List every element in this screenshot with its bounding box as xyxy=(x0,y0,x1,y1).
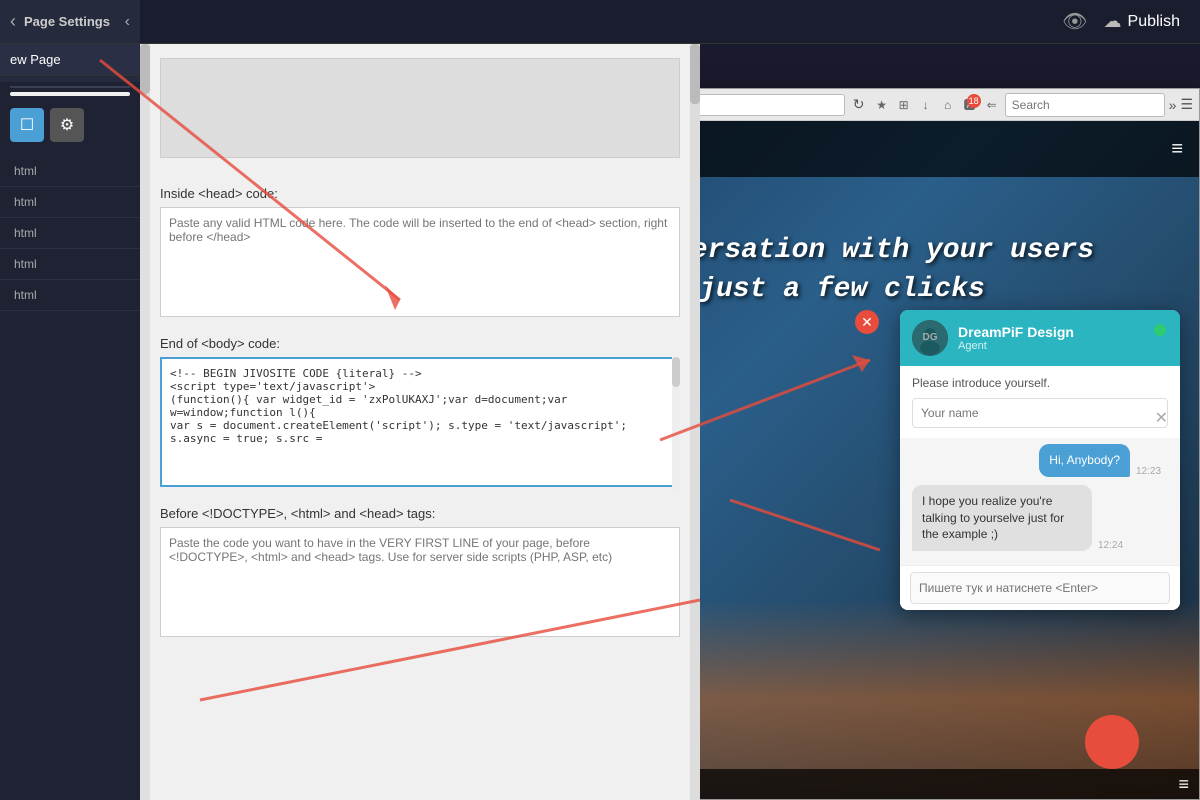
publish-button[interactable]: ☁ Publish xyxy=(1104,11,1180,32)
ps-body-code-section: End of <body> code: <!-- BEGIN JIVOSITE … xyxy=(140,322,700,492)
panel-close-button[interactable]: ✕ xyxy=(855,310,879,334)
chat-agent-name: DreamPiF Design xyxy=(958,324,1074,340)
browser-star-icon[interactable]: ★ xyxy=(873,96,891,114)
ps-code-wrapper: <!-- BEGIN JIVOSITE CODE {literal} --> <… xyxy=(160,357,680,492)
code-scrollbar-thumb[interactable] xyxy=(672,357,680,387)
sidebar-divider xyxy=(10,86,130,88)
sidebar-html-item[interactable]: html xyxy=(0,218,140,249)
ps-scrollbar-thumb[interactable] xyxy=(690,44,700,104)
sidebar-settings-icon-button[interactable]: ⚙ xyxy=(50,108,84,142)
ps-doctype-input[interactable] xyxy=(160,527,680,637)
ps-body-code-label: End of <body> code: xyxy=(160,336,680,351)
ps-preview-box xyxy=(160,58,680,158)
left-sidebar: ‹ Page Settings ‹ ew Page ☐ ⚙ html html … xyxy=(0,0,140,800)
chat-msg-bubble-received: I hope you realize you're talking to you… xyxy=(912,485,1092,551)
sidebar-page-label: ew Page xyxy=(0,44,140,76)
chat-message-sent: 12:23 Hi, Anybody? xyxy=(912,444,1168,477)
sidebar-html-list: html html html html html xyxy=(0,150,140,317)
browser-nav-hamburger[interactable]: ≡ xyxy=(1171,138,1183,161)
chat-agent-title: Agent xyxy=(958,340,1074,352)
browser-download-icon[interactable]: ↓ xyxy=(917,96,935,114)
chat-widget: DG DreamPiF Design Agent Please introduc… xyxy=(900,310,1180,610)
browser-bottom-hamburger-icon[interactable]: ≡ xyxy=(1178,774,1189,795)
sidebar-icon-row: ☐ ⚙ xyxy=(0,100,140,150)
sidebar-page-icon-button[interactable]: ☐ xyxy=(10,108,44,142)
ps-head-code-input[interactable] xyxy=(160,207,680,317)
chat-messages-area: 12:23 Hi, Anybody? I hope you realize yo… xyxy=(900,438,1180,565)
left-panel-scrollbar-thumb[interactable] xyxy=(140,44,150,94)
browser-addon-badge: 18 xyxy=(967,94,981,108)
red-circle-button[interactable] xyxy=(1085,715,1139,769)
sidebar-close-button[interactable]: ‹ xyxy=(125,13,130,31)
chat-name-input[interactable] xyxy=(912,398,1168,428)
sidebar-html-item[interactable]: html xyxy=(0,156,140,187)
browser-arrows-icon[interactable]: ⇐ xyxy=(983,96,1001,114)
chat-intro-body: Please introduce yourself. ✕ xyxy=(900,366,1180,438)
publish-label: Publish xyxy=(1128,13,1180,31)
code-scrollbar[interactable] xyxy=(672,357,680,492)
chat-intro-text: Please introduce yourself. xyxy=(912,376,1168,390)
chat-message-received: I hope you realize you're talking to you… xyxy=(912,485,1168,551)
left-panel-scrollbar[interactable] xyxy=(140,44,150,800)
browser-more-button[interactable]: » xyxy=(1169,97,1177,113)
publish-cloud-icon: ☁ xyxy=(1104,11,1122,32)
page-settings-panel: Inside <head> code: End of <body> code: … xyxy=(140,44,700,800)
chat-close-button[interactable]: ✕ xyxy=(1155,408,1168,428)
chat-msg-time-1: 12:23 xyxy=(1136,466,1168,477)
chat-online-indicator xyxy=(1154,324,1166,336)
browser-home-icon[interactable]: ⌂ xyxy=(939,96,957,114)
ps-doctype-section: Before <!DOCTYPE>, <html> and <head> tag… xyxy=(140,492,700,642)
sidebar-back-button[interactable]: ‹ xyxy=(10,11,16,32)
chat-agent-info: DreamPiF Design Agent xyxy=(958,324,1074,352)
ps-doctype-label: Before <!DOCTYPE>, <html> and <head> tag… xyxy=(160,506,680,521)
chat-message-input[interactable] xyxy=(910,572,1170,604)
ps-head-code-section: Inside <head> code: xyxy=(140,172,700,322)
svg-text:DG: DG xyxy=(923,332,938,343)
ps-body-code-input[interactable]: <!-- BEGIN JIVOSITE CODE {literal} --> <… xyxy=(160,357,680,487)
chat-input-area xyxy=(900,565,1180,610)
browser-reader-icon[interactable]: ⊞ xyxy=(895,96,913,114)
browser-menu-button[interactable]: ☰ xyxy=(1180,96,1193,113)
sidebar-title: Page Settings xyxy=(24,14,110,29)
preview-eye-icon[interactable]: 👁 xyxy=(1062,9,1087,34)
chat-msg-time-2: 12:24 xyxy=(1098,540,1130,551)
sidebar-html-item[interactable]: html xyxy=(0,249,140,280)
chat-agent-avatar: DG xyxy=(912,320,948,356)
chat-header: DG DreamPiF Design Agent xyxy=(900,310,1180,366)
sidebar-header: ‹ Page Settings ‹ xyxy=(0,0,140,44)
chat-msg-bubble-sent: Hi, Anybody? xyxy=(1039,444,1130,477)
browser-addon-icon[interactable]: 🅰18 xyxy=(961,96,979,114)
ps-scrollbar[interactable] xyxy=(690,44,700,800)
browser-refresh-button[interactable]: ↻ xyxy=(849,95,869,115)
sidebar-html-item[interactable]: html xyxy=(0,187,140,218)
ps-head-code-label: Inside <head> code: xyxy=(160,186,680,201)
sidebar-html-item[interactable]: html xyxy=(0,280,140,311)
chat-avatar-svg: DG xyxy=(912,320,948,356)
ps-preview-section xyxy=(140,44,700,158)
browser-search-input[interactable] xyxy=(1005,93,1165,117)
top-bar: 👁 ☁ Publish xyxy=(140,0,1200,44)
